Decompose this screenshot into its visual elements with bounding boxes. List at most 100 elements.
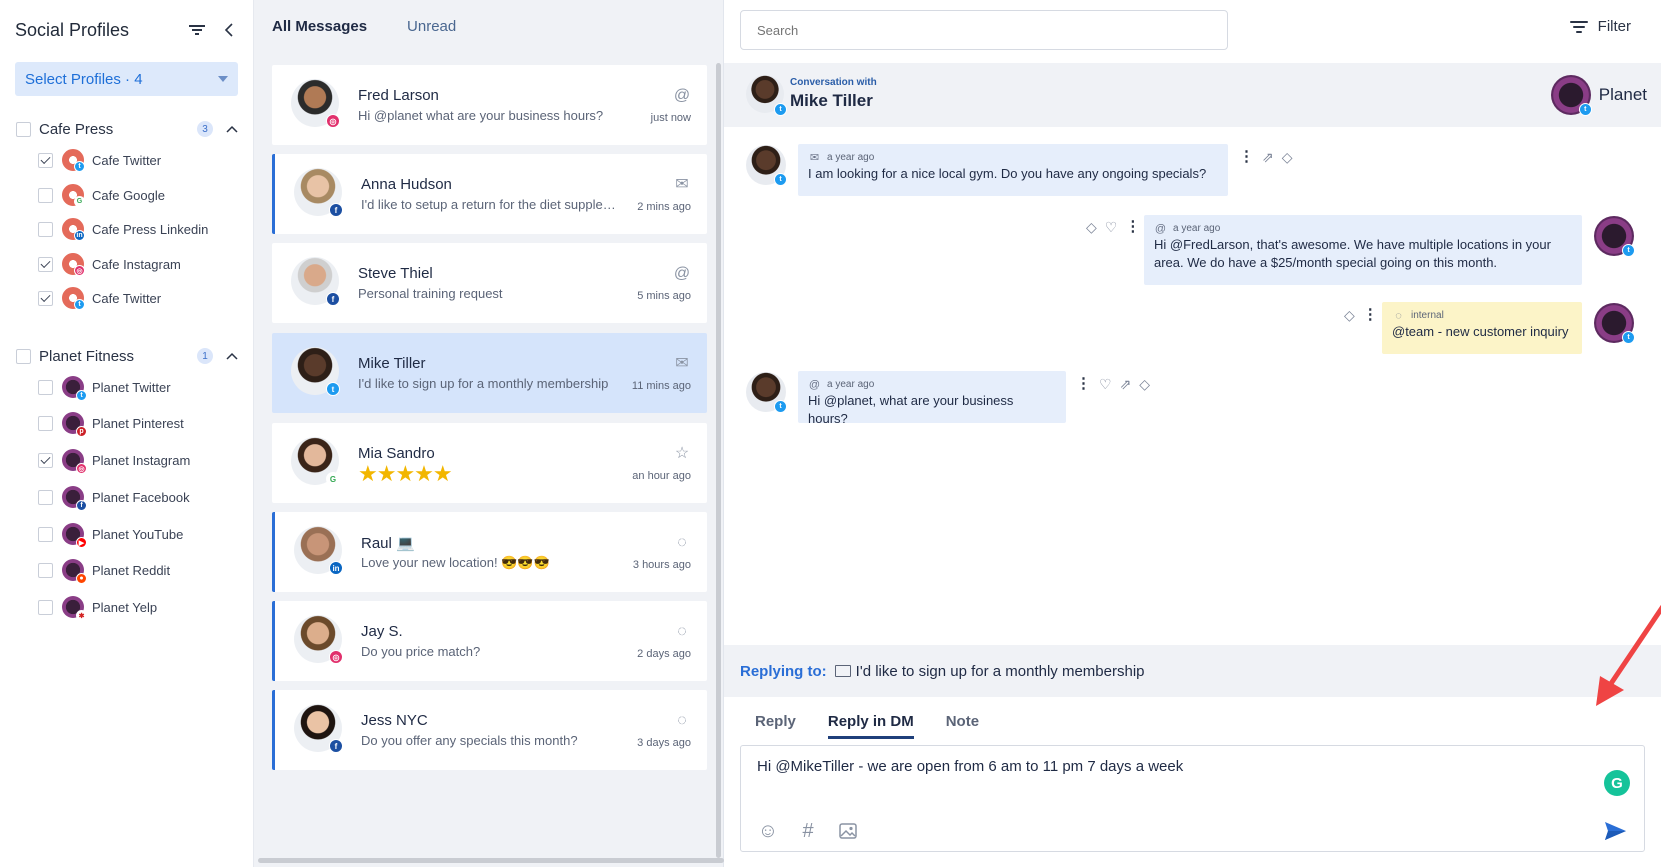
profile-row[interactable]: p Planet Pinterest <box>38 410 238 437</box>
tab-unread[interactable]: Unread <box>407 18 456 40</box>
profile-checkbox[interactable] <box>38 526 53 542</box>
search-input[interactable] <box>740 10 1228 50</box>
tag-icon[interactable]: ◇ <box>1139 377 1150 391</box>
tab-reply-in-dm[interactable]: Reply in DM <box>827 713 914 739</box>
message-preview: Do you price match? <box>361 644 481 659</box>
profile-avatar: f <box>62 486 87 511</box>
profile-checkbox[interactable] <box>38 256 53 272</box>
profile-row[interactable]: t Planet Twitter <box>38 374 238 401</box>
collapse-sidebar-icon[interactable] <box>218 19 240 41</box>
grammarly-icon[interactable]: G <box>1604 770 1630 796</box>
profile-row[interactable]: f Planet Facebook <box>38 484 238 511</box>
profile-name: Planet Facebook <box>92 489 190 505</box>
send-icon[interactable] <box>1602 818 1628 844</box>
profile-name: Planet Instagram <box>92 452 191 468</box>
profile-checkbox[interactable] <box>38 152 53 168</box>
profile-checkbox[interactable] <box>38 562 53 578</box>
brand-avatar: t <box>1594 303 1635 344</box>
message-card[interactable]: ◎ Fred Larson Hi @planet what are your b… <box>272 65 707 145</box>
message-time: a year ago <box>827 379 875 390</box>
profile-row[interactable]: in Cafe Press Linkedin <box>38 216 238 242</box>
profile-checkbox[interactable] <box>38 290 53 306</box>
tab-note[interactable]: Note <box>946 713 979 739</box>
select-profiles-dropdown[interactable]: Select Profiles · 4 <box>15 62 238 96</box>
profile-checkbox[interactable] <box>38 379 53 395</box>
profile-row[interactable]: ◎ Cafe Instagram <box>38 251 238 277</box>
more-options-icon[interactable]: ⋮ <box>1239 149 1254 164</box>
profile-row[interactable]: ▶ Planet YouTube <box>38 521 238 548</box>
message-actions: ⋮ ⇗ ◇ <box>1239 149 1293 164</box>
more-options-icon[interactable]: ⋮ <box>1125 219 1140 234</box>
image-icon[interactable] <box>837 820 859 842</box>
message-time: an hour ago <box>632 470 691 482</box>
twitter-icon: t <box>774 400 787 413</box>
mention-icon: @ <box>1154 222 1167 235</box>
group-checkbox[interactable] <box>16 121 31 137</box>
sidebar-title: Social Profiles <box>15 19 130 40</box>
yelp-icon: ✱ <box>76 610 87 621</box>
message-list-scrollbar[interactable] <box>716 63 721 858</box>
filter-button[interactable]: Filter <box>1569 18 1631 35</box>
avatar: ◎ <box>294 615 343 664</box>
review-stars: ★★★★★ <box>358 461 453 486</box>
profile-checkbox[interactable] <box>38 489 53 505</box>
profile-avatar: in <box>62 218 85 241</box>
share-icon[interactable]: ⇗ <box>1120 377 1132 391</box>
tag-icon[interactable]: ◇ <box>1086 220 1097 234</box>
heart-icon[interactable]: ♡ <box>1099 377 1112 391</box>
profile-row[interactable]: t Cafe Twitter <box>38 147 238 173</box>
profile-row[interactable]: ● Planet Reddit <box>38 557 238 584</box>
brand-profile[interactable]: t Planet <box>1550 75 1647 116</box>
sender-name: Raul 💻 <box>361 535 415 552</box>
profile-row[interactable]: t Cafe Twitter <box>38 285 238 311</box>
profile-avatar: ● <box>62 559 87 584</box>
message-card[interactable]: G Mia Sandro ★★★★★ ☆ an hour ago <box>272 423 707 503</box>
tab-reply[interactable]: Reply <box>755 713 796 739</box>
profile-group-planet-fitness[interactable]: Planet Fitness 1 <box>16 346 241 366</box>
profile-row[interactable]: G Cafe Google <box>38 182 238 208</box>
profile-checkbox[interactable] <box>38 415 53 431</box>
twitter-icon: t <box>1578 103 1592 116</box>
emoji-icon[interactable]: ☺ <box>757 820 779 842</box>
tag-icon[interactable]: ◇ <box>1344 308 1355 322</box>
message-card[interactable]: f Anna Hudson I'd like to setup a return… <box>272 154 707 234</box>
select-profiles-label: Select Profiles · 4 <box>25 70 143 88</box>
share-icon[interactable]: ⇗ <box>1262 150 1274 164</box>
google-icon: G <box>74 196 85 207</box>
profile-checkbox[interactable] <box>38 187 53 203</box>
message-card[interactable]: t Mike Tiller I'd like to sign up for a … <box>272 333 707 413</box>
group-count-badge: 1 <box>197 348 213 364</box>
message-card[interactable]: f Jess NYC Do you offer any specials thi… <box>272 690 707 770</box>
profile-row[interactable]: ◎ Planet Instagram <box>38 447 238 474</box>
profile-row[interactable]: ✱ Planet Yelp <box>38 594 238 621</box>
heart-icon[interactable]: ♡ <box>1105 220 1118 234</box>
avatar: G <box>291 437 340 486</box>
reply-textarea[interactable]: Hi @MikeTiller - we are open from 6 am t… <box>757 758 1557 798</box>
profile-checkbox[interactable] <box>38 452 53 468</box>
more-options-icon[interactable]: ⋮ <box>1363 307 1378 322</box>
linkedin-icon: in <box>329 561 343 575</box>
chevron-up-icon[interactable] <box>223 120 241 138</box>
message-card[interactable]: ◎ Jay S. Do you price match? ◌ 2 days ag… <box>272 601 707 681</box>
note-label: internal <box>1411 310 1444 321</box>
sort-icon[interactable] <box>186 19 208 41</box>
message-tabs: All Messages Unread <box>272 18 496 40</box>
message-time: 3 hours ago <box>632 559 691 571</box>
more-options-icon[interactable]: ⋮ <box>1076 376 1091 391</box>
horizontal-scrollbar[interactable] <box>258 858 724 863</box>
sidebar-header: Social Profiles <box>15 18 240 42</box>
profile-checkbox[interactable] <box>38 599 53 615</box>
internal-note-bubble: ◌ internal @team - new customer inquiry <box>1382 302 1582 354</box>
hashtag-icon[interactable]: # <box>797 820 819 842</box>
group-checkbox[interactable] <box>16 348 31 364</box>
message-card[interactable]: in Raul 💻 Love your new location! 😎😎😎 ◌ … <box>272 512 707 592</box>
tab-all-messages[interactable]: All Messages <box>272 18 367 40</box>
message-card[interactable]: f Steve Thiel Personal training request … <box>272 243 707 323</box>
message-time: 5 mins ago <box>637 290 691 302</box>
pinterest-icon: p <box>76 426 87 437</box>
message-text: @team - new customer inquiry <box>1392 324 1569 339</box>
profile-checkbox[interactable] <box>38 221 53 237</box>
tag-icon[interactable]: ◇ <box>1282 150 1293 164</box>
profile-group-cafe-press[interactable]: Cafe Press 3 <box>16 119 241 139</box>
chevron-up-icon[interactable] <box>223 347 241 365</box>
